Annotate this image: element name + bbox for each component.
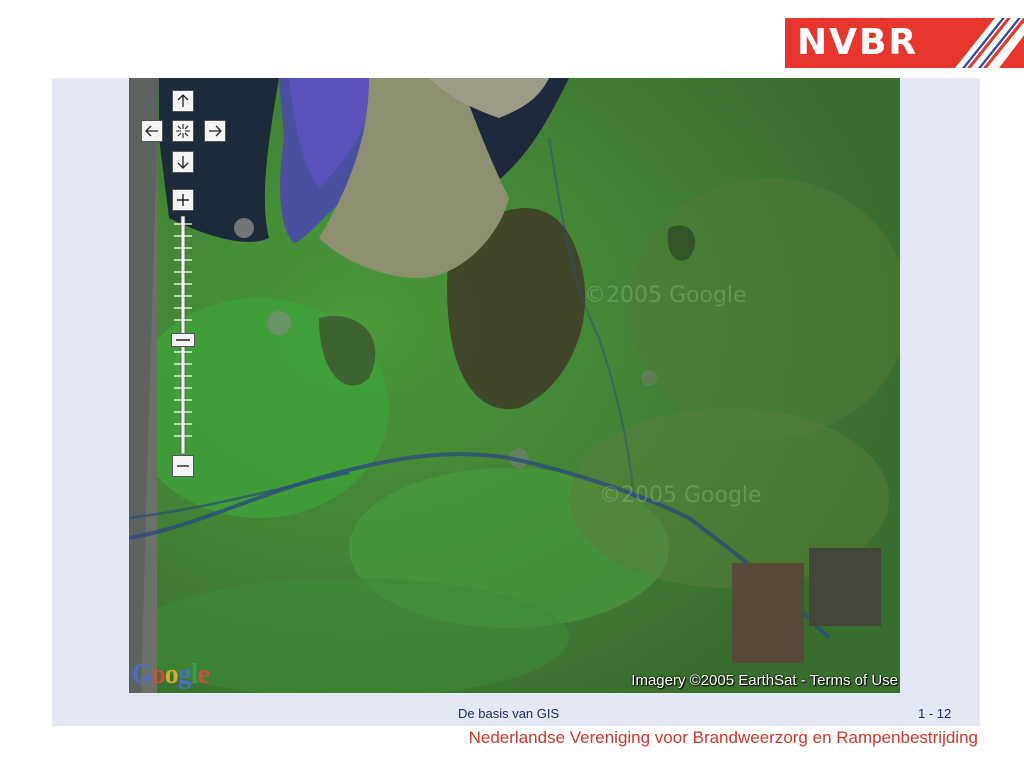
satellite-map[interactable]: ©2005 Google ©2005 Google Google Imagery… <box>129 78 900 693</box>
zoom-slider-handle[interactable] <box>171 333 195 347</box>
recenter-icon <box>176 124 190 138</box>
slide-footer-title: De basis van GIS <box>458 706 560 721</box>
plus-icon <box>177 194 189 206</box>
pan-right-button[interactable] <box>204 120 226 142</box>
organization-name: Nederlandse Vereniging voor Brandweerzor… <box>468 728 978 747</box>
map-copyright[interactable]: Imagery ©2005 EarthSat - Terms of Use <box>631 672 898 689</box>
pan-up-button[interactable] <box>172 90 194 112</box>
satellite-imagery <box>129 78 900 693</box>
logo-text: NVBR <box>797 22 919 63</box>
arrow-right-icon <box>209 125 222 137</box>
map-watermark-2: ©2005 Google <box>599 483 762 508</box>
arrow-down-icon <box>177 156 189 169</box>
logo-stripes-icon <box>955 18 1024 68</box>
slide-page-number: 1 - 12 <box>918 706 952 721</box>
pan-center-button[interactable] <box>172 120 194 142</box>
zoom-out-button[interactable] <box>172 455 194 477</box>
arrow-up-icon <box>177 94 189 107</box>
pan-left-button[interactable] <box>141 120 163 142</box>
google-logo: Google <box>131 659 210 690</box>
zoom-in-button[interactable] <box>172 189 194 211</box>
pan-down-button[interactable] <box>172 151 194 173</box>
arrow-left-icon <box>145 125 158 137</box>
map-watermark: ©2005 Google <box>584 283 747 308</box>
nvbr-logo: NVBR <box>785 18 1024 68</box>
minus-icon <box>177 465 189 467</box>
slider-grip-icon <box>176 339 190 341</box>
